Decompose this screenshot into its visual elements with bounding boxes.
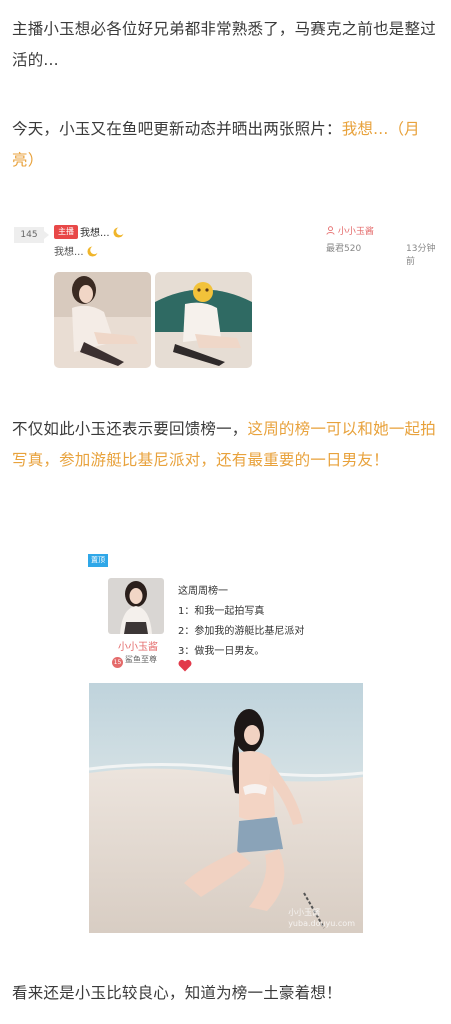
heart-icon — [178, 659, 192, 672]
update-paragraph: 今天，小玉又在鱼吧更新动态并晒出两张照片：我想...（月亮） — [12, 114, 440, 176]
post-time: 13分钟前 — [406, 244, 436, 267]
rank-item: 3：做我一日男友。 — [178, 646, 265, 657]
rank-item: 1：和我一起拍写真 — [178, 606, 265, 617]
avatar-image — [108, 578, 164, 634]
avatar[interactable] — [108, 578, 164, 634]
rank-title: 这周周榜一 — [178, 586, 228, 597]
author-name: 小小玉酱 — [337, 227, 374, 237]
post-title-text: 我想... — [80, 228, 110, 239]
post-excerpt-text: 我想... — [54, 247, 84, 258]
post-photo-1-image — [54, 272, 151, 368]
moon-icon — [113, 227, 124, 238]
intro-paragraph: 主播小玉想必各位好兄弟都非常熟悉了，马赛克之前也是整过活的... — [12, 20, 436, 69]
post-author[interactable]: 小小玉酱 — [326, 224, 374, 237]
post-board[interactable]: 最君520 — [326, 241, 361, 254]
level-label: 鲨鱼至尊 — [125, 655, 157, 664]
post-photo-2-image — [155, 272, 252, 368]
pinned-tag: 置顶 — [88, 554, 108, 567]
watermark-site: yuba.douyu.com — [288, 919, 355, 928]
moon-icon — [87, 246, 98, 257]
update-text: 今天，小玉又在鱼吧更新动态并晒出两张照片： — [12, 120, 342, 138]
level-badge-icon: 15 — [112, 657, 123, 668]
fan-level: 15 鲨鱼至尊 — [112, 654, 157, 668]
host-tag: 主播 — [54, 225, 78, 239]
reward-paragraph: 不仅如此小玉还表示要回馈榜一，这周的榜一可以和她一起拍写真，参加游艇比基尼派对，… — [12, 414, 440, 476]
reply-count-badge: 145 — [14, 227, 49, 243]
closing-paragraph: 看来还是小玉比较良心，知道为榜一土豪着想！ — [12, 984, 342, 1002]
reward-text: 不仅如此小玉还表示要回馈榜一， — [12, 420, 248, 438]
user-icon — [326, 226, 335, 235]
beach-photo-image — [89, 683, 363, 933]
watermark-name: 小小玉酱 — [288, 908, 321, 917]
beach-photo[interactable]: 小小玉酱 yuba.douyu.com — [89, 683, 363, 933]
board-name: 最君520 — [326, 244, 362, 254]
post-photo-1[interactable] — [54, 272, 151, 368]
post-excerpt: 我想... — [54, 243, 98, 258]
post-photo-2[interactable] — [155, 272, 252, 368]
yuba-post-card[interactable]: 145 主播 我想... 我想... 小小玉酱 最君520 13分钟前 — [8, 222, 444, 372]
post-title[interactable]: 我想... — [80, 224, 124, 239]
photo-watermark: 小小玉酱 yuba.douyu.com — [288, 907, 355, 929]
rank-item: 2：参加我的游艇比基尼派对 — [178, 626, 305, 637]
rank-announcement-card[interactable]: 置顶 小小玉酱 15 鲨鱼至尊 这周周榜一 1：和我一起拍写真 2：参加我的游艇比… — [88, 554, 364, 682]
nickname[interactable]: 小小玉酱 — [118, 638, 158, 653]
